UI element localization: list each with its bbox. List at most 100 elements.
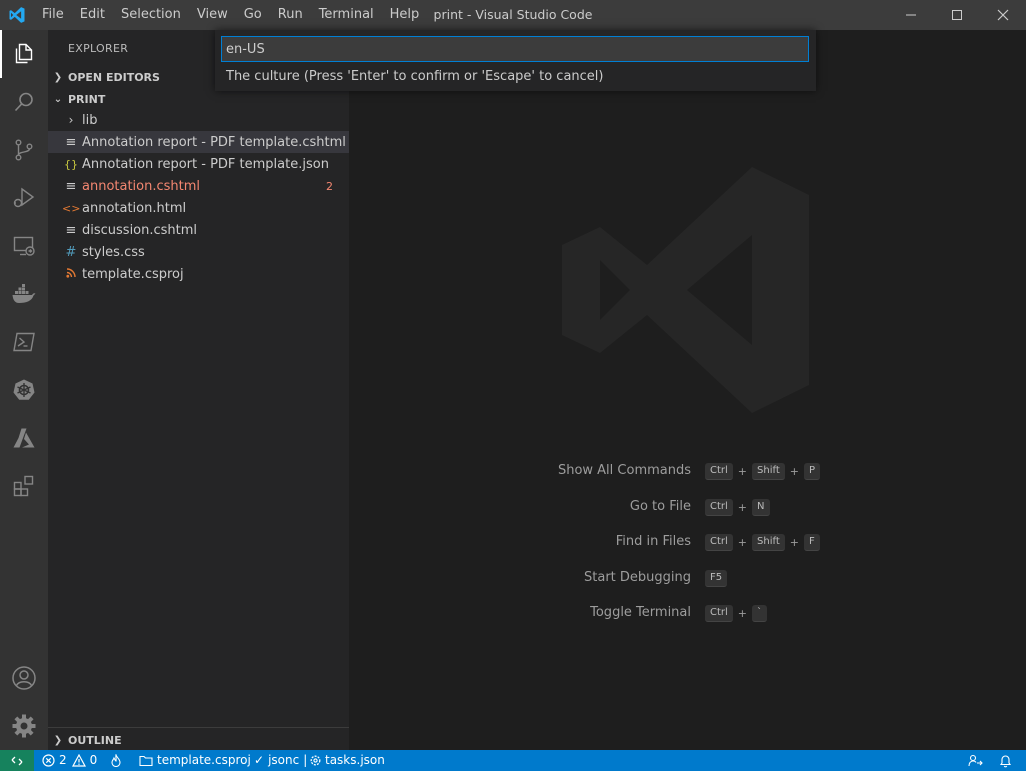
language-mode: jsonc: [268, 753, 300, 767]
run-debug-icon[interactable]: [0, 174, 48, 222]
problems-status[interactable]: 2 0: [42, 750, 97, 771]
file-name: discussion.cshtml: [82, 222, 198, 238]
quick-input-message: The culture (Press 'Enter' to confirm or…: [226, 69, 604, 84]
status-separator: |: [303, 753, 308, 767]
file-name: Annotation report - PDF template.cshtml: [82, 134, 346, 150]
notifications-bell-icon[interactable]: [999, 750, 1012, 771]
key: P: [803, 462, 820, 480]
menu-go[interactable]: Go: [236, 0, 270, 30]
tree-item-annotation-report-json[interactable]: {} Annotation report - PDF template.json: [48, 153, 349, 175]
file-name: lib: [82, 112, 98, 128]
shortcut-toggle-terminal: Toggle Terminal Ctrl + `: [349, 602, 1026, 624]
shortcut-find-in-files: Find in Files Ctrl + Shift + F: [349, 531, 1026, 553]
tree-item-template-csproj[interactable]: template.csproj: [48, 263, 349, 285]
shortcut-label: Show All Commands: [557, 463, 691, 478]
file-lines-icon: ≡: [65, 178, 77, 194]
activity-bar: [0, 30, 48, 750]
shortcut-start-debugging: Start Debugging F5: [349, 567, 1026, 589]
tree-item-annotation-report-cshtml[interactable]: ≡ Annotation report - PDF template.cshtm…: [48, 131, 349, 153]
shortcut-keys: Ctrl + Shift + F: [705, 531, 820, 553]
language-mode-status[interactable]: ✓ jsonc |: [254, 750, 307, 771]
folder-header-print[interactable]: ⌄ PRINT: [48, 88, 349, 110]
menu-terminal[interactable]: Terminal: [311, 0, 382, 30]
tree-item-lib[interactable]: › lib: [48, 109, 349, 131]
status-bar: 2 0 template.csproj ✓ jsonc | tasks.json: [0, 750, 1026, 771]
powershell-icon[interactable]: [0, 318, 48, 366]
files-icon[interactable]: [0, 30, 48, 78]
key: Ctrl: [705, 533, 733, 551]
manage-gear-icon[interactable]: [0, 702, 48, 750]
explorer-sidebar: EXPLORER ❯ OPEN EDITORS ⌄ PRINT › lib ≡ …: [48, 30, 349, 750]
tree-item-annotation-html[interactable]: <> annotation.html: [48, 197, 349, 219]
warning-count: 0: [89, 753, 98, 767]
flame-icon[interactable]: [110, 750, 122, 771]
menu-view[interactable]: View: [189, 0, 236, 30]
outline-label: OUTLINE: [68, 733, 122, 747]
menu-selection[interactable]: Selection: [113, 0, 189, 30]
file-lines-icon: ≡: [65, 134, 77, 150]
menu-help[interactable]: Help: [382, 0, 428, 30]
source-control-icon[interactable]: [0, 126, 48, 174]
html-brackets-icon: <>: [62, 201, 81, 215]
explorer-title: EXPLORER: [68, 42, 129, 55]
account-icon[interactable]: [0, 654, 48, 702]
folder-icon: [139, 755, 153, 766]
remote-explorer-icon[interactable]: [0, 222, 48, 270]
key: Shift: [752, 533, 785, 551]
json-braces-icon: {}: [64, 157, 78, 171]
settings-gear-icon: [310, 755, 321, 766]
warning-icon: [71, 754, 86, 767]
tree-item-annotation-cshtml[interactable]: ≡ annotation.cshtml 2: [48, 175, 349, 197]
error-icon: [42, 754, 55, 767]
azure-icon[interactable]: [0, 414, 48, 462]
vscode-watermark-icon: [562, 165, 812, 419]
key: `: [752, 604, 768, 622]
project-status[interactable]: template.csproj: [139, 750, 251, 771]
chevron-right-icon: ›: [68, 113, 74, 127]
shortcut-label: Toggle Terminal: [590, 605, 691, 620]
menu-run[interactable]: Run: [270, 0, 311, 30]
culture-input[interactable]: [221, 36, 809, 62]
folder-label: PRINT: [68, 92, 106, 106]
shortcut-keys: Ctrl + Shift + P: [705, 460, 820, 482]
menu-bar: File Edit Selection View Go Run Terminal…: [34, 0, 427, 30]
vscode-logo-icon: [0, 0, 34, 30]
shortcut-go-to-file: Go to File Ctrl + N: [349, 496, 1026, 518]
outline-header[interactable]: ❯ OUTLINE: [48, 729, 349, 751]
search-icon[interactable]: [0, 78, 48, 126]
key: F: [803, 533, 820, 551]
problem-count-badge: 2: [326, 179, 333, 193]
file-name: Annotation report - PDF template.json: [82, 156, 329, 172]
tree-item-styles-css[interactable]: # styles.css: [48, 241, 349, 263]
key: Ctrl: [705, 462, 733, 480]
css-hash-icon: #: [65, 244, 77, 260]
extensions-icon[interactable]: [0, 462, 48, 510]
project-name: template.csproj: [157, 753, 251, 767]
key: Ctrl: [705, 498, 733, 516]
docker-icon[interactable]: [0, 270, 48, 318]
menu-file[interactable]: File: [34, 0, 72, 30]
chevron-right-icon: ❯: [53, 71, 63, 83]
window-controls: [888, 0, 1026, 30]
file-name: styles.css: [82, 244, 145, 260]
chevron-right-icon: ❯: [53, 734, 63, 746]
live-share-icon[interactable]: [968, 750, 983, 771]
close-icon[interactable]: [980, 0, 1026, 30]
rss-icon: [62, 267, 80, 281]
maximize-icon[interactable]: [934, 0, 980, 30]
minimize-icon[interactable]: [888, 0, 934, 30]
shortcut-label: Start Debugging: [584, 570, 691, 585]
remote-indicator-icon[interactable]: [0, 750, 34, 771]
outline-divider: [48, 727, 349, 728]
tasks-status[interactable]: tasks.json: [309, 750, 385, 771]
shortcut-label: Go to File: [629, 499, 691, 514]
quick-input-widget: The culture (Press 'Enter' to confirm or…: [215, 30, 816, 91]
key: Ctrl: [705, 604, 733, 622]
kubernetes-icon[interactable]: [0, 366, 48, 414]
open-editors-label: OPEN EDITORS: [68, 70, 160, 84]
shortcut-keys: F5: [705, 567, 728, 589]
task-file: tasks.json: [325, 753, 385, 767]
menu-edit[interactable]: Edit: [72, 0, 113, 30]
shortcut-keys: Ctrl + N: [705, 496, 770, 518]
tree-item-discussion-cshtml[interactable]: ≡ discussion.cshtml: [48, 219, 349, 241]
